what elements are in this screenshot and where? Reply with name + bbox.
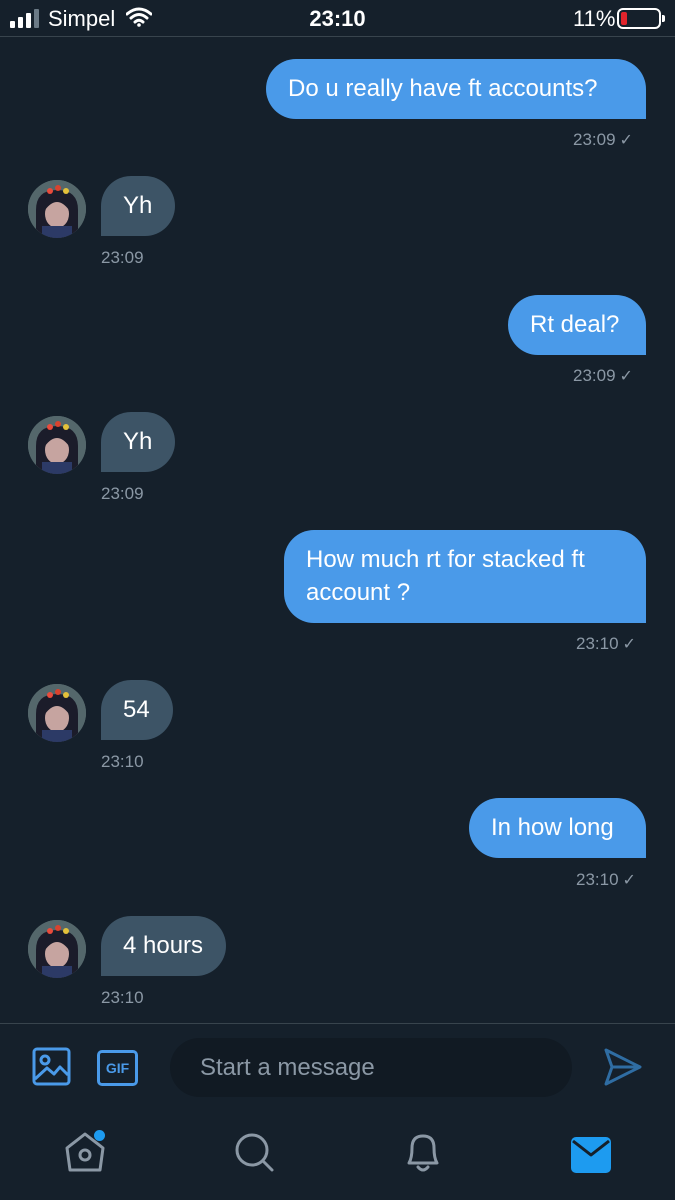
image-icon[interactable]: [32, 1047, 71, 1086]
gif-icon[interactable]: GIF: [97, 1050, 138, 1086]
message-timestamp: 23:09: [101, 484, 144, 503]
message-timestamp: 23:10: [101, 988, 144, 1007]
message-timestamp: 23:10 ✓: [576, 870, 636, 889]
avatar-image: [28, 684, 86, 742]
outgoing-message-bubble[interactable]: How much rt for stacked ft account ?: [284, 530, 646, 623]
incoming-message-bubble[interactable]: 54: [101, 680, 173, 740]
message-timestamp: 23:09 ✓: [573, 130, 633, 149]
battery-percent: 11%: [573, 6, 616, 31]
dm-conversation-screen: Simpel 23:10 11% Do u really have ft acc…: [0, 0, 675, 1200]
messages-icon[interactable]: [571, 1137, 611, 1173]
outgoing-message-bubble[interactable]: Rt deal?: [508, 295, 646, 355]
search-icon[interactable]: [233, 1130, 275, 1174]
send-icon[interactable]: [603, 1047, 643, 1087]
incoming-message-bubble[interactable]: Yh: [101, 176, 176, 236]
incoming-message-bubble[interactable]: 4 hours: [101, 916, 227, 976]
check-icon: ✓: [622, 872, 636, 889]
unread-dot: [94, 1130, 105, 1141]
sender-avatar[interactable]: [28, 180, 86, 238]
battery-level-fill: [621, 12, 627, 25]
sender-avatar[interactable]: [28, 416, 86, 474]
incoming-message-bubble[interactable]: Yh: [101, 412, 176, 472]
message-timestamp: 23:09: [101, 248, 144, 267]
message-input[interactable]: [170, 1038, 572, 1097]
check-icon: ✓: [622, 636, 636, 653]
check-icon: ✓: [619, 132, 633, 149]
avatar-image: [28, 416, 86, 474]
check-icon: ✓: [619, 368, 633, 385]
sender-avatar[interactable]: [28, 684, 86, 742]
status-bar: Simpel 23:10 11%: [0, 0, 675, 37]
outgoing-message-bubble[interactable]: In how long: [469, 798, 646, 858]
outgoing-message-bubble[interactable]: Do u really have ft accounts?: [266, 59, 646, 119]
sender-avatar[interactable]: [28, 920, 86, 978]
notifications-icon[interactable]: [403, 1130, 443, 1174]
battery-icon: [617, 8, 665, 29]
message-timestamp: 23:09 ✓: [573, 366, 633, 385]
avatar-image: [28, 180, 86, 238]
message-timestamp: 23:10: [101, 752, 144, 771]
avatar-image: [28, 920, 86, 978]
message-timestamp: 23:10 ✓: [576, 634, 636, 653]
